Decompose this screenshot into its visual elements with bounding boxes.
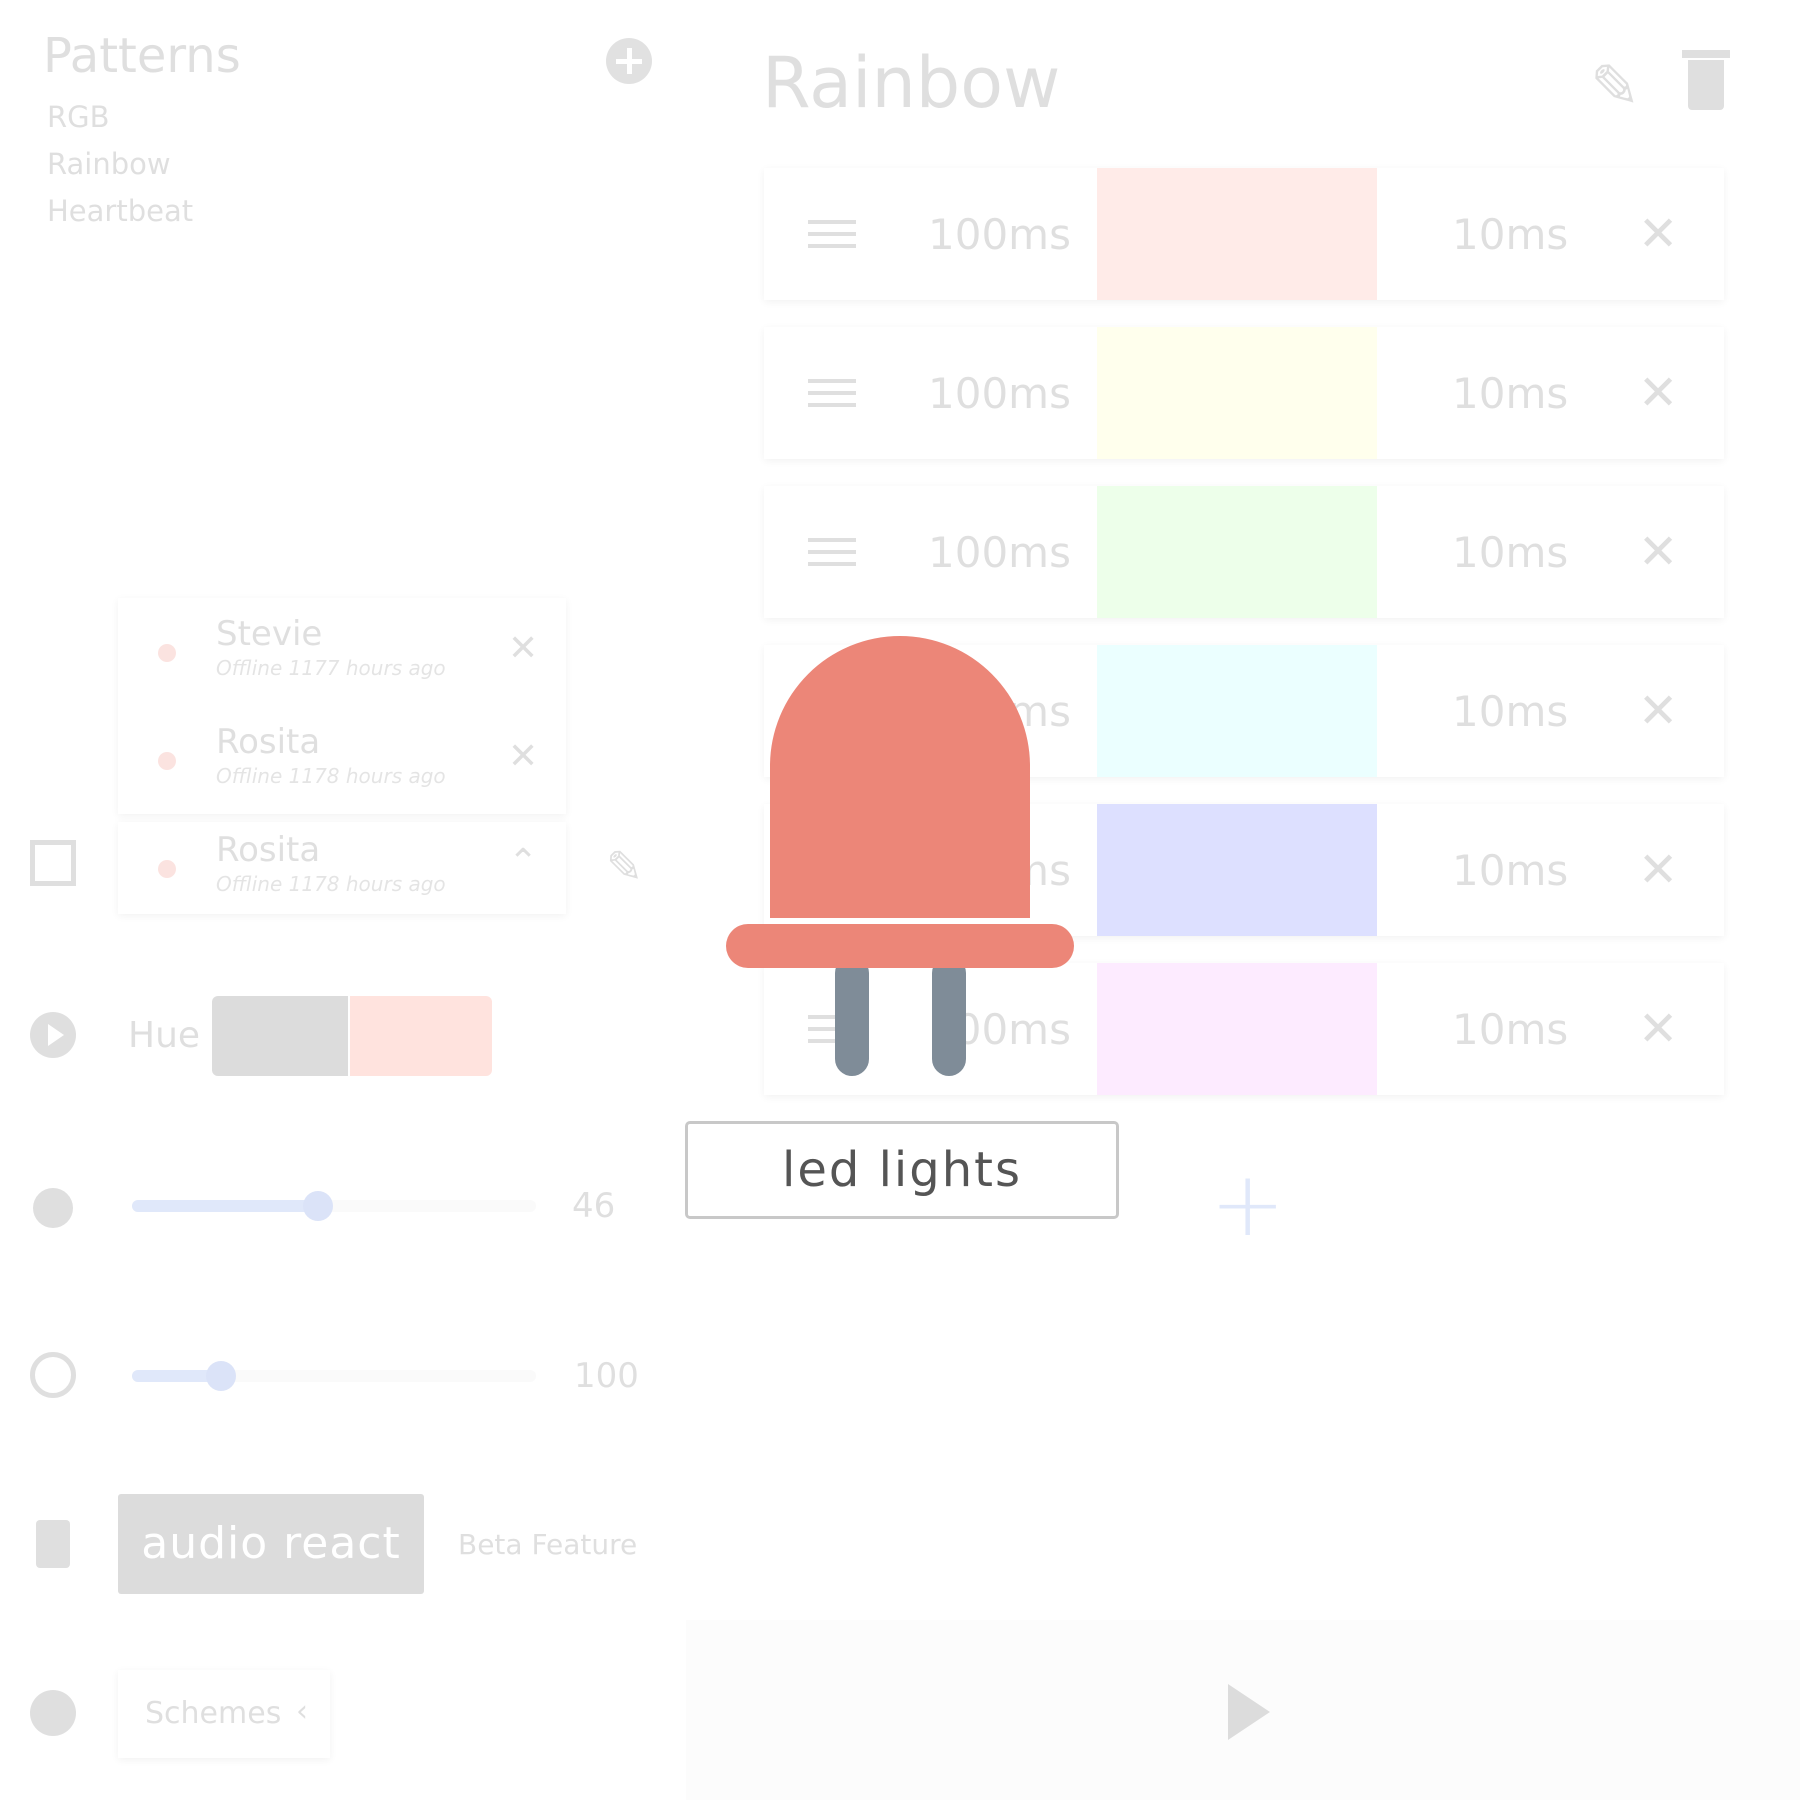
chevron-up-icon[interactable]: ⌃ — [508, 842, 538, 883]
splash-text-field[interactable] — [685, 1121, 1119, 1219]
edit-device-icon[interactable]: ✎ — [606, 842, 643, 893]
remove-step-icon[interactable]: ✕ — [1638, 842, 1678, 898]
device-name[interactable]: Stevie — [216, 614, 322, 654]
step-color-swatch[interactable] — [1097, 168, 1377, 300]
play-circle-icon — [30, 1012, 76, 1058]
step-color-swatch[interactable] — [1097, 327, 1377, 459]
trash-icon[interactable] — [1688, 60, 1724, 110]
device-name: Rosita — [216, 830, 321, 870]
pattern-item-rgb[interactable]: RGB — [47, 100, 110, 134]
step-transition[interactable]: 10ms — [1452, 369, 1568, 418]
device-select[interactable] — [118, 822, 566, 914]
device-status: Offline 1178 hours ago — [216, 872, 446, 896]
step-transition[interactable]: 10ms — [1452, 210, 1568, 259]
device-name[interactable]: Rosita — [216, 722, 320, 762]
audio-react-button[interactable]: audio react — [118, 1494, 424, 1594]
step-transition[interactable]: 10ms — [1452, 1005, 1568, 1054]
play-icon[interactable] — [1228, 1684, 1270, 1740]
remove-step-icon[interactable]: ✕ — [1638, 683, 1678, 739]
brightness-value: 46 — [572, 1186, 616, 1226]
status-dot — [158, 644, 176, 662]
led-icon — [726, 636, 1074, 1076]
add-step-icon[interactable]: + — [1210, 1160, 1285, 1250]
remove-device-icon[interactable]: ✕ — [508, 736, 538, 777]
pattern-item-rainbow[interactable]: Rainbow — [47, 147, 171, 181]
step-duration[interactable]: 100ms — [928, 369, 1071, 418]
remove-step-icon[interactable]: ✕ — [1638, 206, 1678, 262]
led-dome — [770, 636, 1030, 918]
hue-label: Hue — [128, 1015, 201, 1056]
add-pattern-icon[interactable] — [606, 38, 652, 84]
trash-icon-lid — [1682, 50, 1730, 58]
status-dot — [158, 860, 176, 878]
patterns-title: Patterns — [43, 28, 241, 84]
remove-step-icon[interactable]: ✕ — [1638, 365, 1678, 421]
hue-swatch-left[interactable] — [212, 996, 348, 1076]
step-color-swatch[interactable] — [1097, 486, 1377, 618]
step-transition[interactable]: 10ms — [1452, 528, 1568, 577]
drag-handle-icon[interactable] — [808, 220, 856, 256]
status-dot — [158, 752, 176, 770]
pattern-title: Rainbow — [762, 42, 1061, 124]
brightness-slider-fill — [132, 1200, 318, 1212]
step-color-swatch[interactable] — [1097, 645, 1377, 777]
chip-icon — [30, 840, 76, 886]
device-status: Offline 1177 hours ago — [216, 656, 446, 680]
led-leg-right — [932, 956, 966, 1076]
step-color-swatch[interactable] — [1097, 963, 1377, 1095]
schemes-label: Schemes — [145, 1696, 282, 1731]
brightness-icon — [33, 1188, 73, 1228]
speed-slider-thumb[interactable] — [206, 1361, 236, 1391]
step-color-swatch[interactable] — [1097, 804, 1377, 936]
edit-pattern-icon[interactable]: ✎ — [1590, 52, 1640, 122]
led-leg-left — [835, 956, 869, 1076]
beta-feature-label: Beta Feature — [458, 1528, 638, 1561]
step-transition[interactable]: 10ms — [1452, 846, 1568, 895]
speed-value: 100 — [574, 1356, 639, 1396]
palette-icon — [30, 1690, 76, 1736]
remove-step-icon[interactable]: ✕ — [1638, 524, 1678, 580]
remove-step-icon[interactable]: ✕ — [1638, 1001, 1678, 1057]
step-duration[interactable]: 100ms — [928, 528, 1071, 577]
step-transition[interactable]: 10ms — [1452, 687, 1568, 736]
brightness-slider-thumb[interactable] — [303, 1191, 333, 1221]
speaker-icon — [36, 1520, 70, 1568]
chevron-left-icon[interactable]: ‹ — [296, 1694, 308, 1729]
step-duration[interactable]: 100ms — [928, 210, 1071, 259]
led-base — [726, 924, 1074, 968]
device-status: Offline 1178 hours ago — [216, 764, 446, 788]
speed-icon — [30, 1352, 76, 1398]
drag-handle-icon[interactable] — [808, 538, 856, 574]
pattern-item-heartbeat[interactable]: Heartbeat — [47, 194, 193, 228]
remove-device-icon[interactable]: ✕ — [508, 628, 538, 669]
drag-handle-icon[interactable] — [808, 379, 856, 415]
hue-swatch-right[interactable] — [350, 996, 492, 1076]
